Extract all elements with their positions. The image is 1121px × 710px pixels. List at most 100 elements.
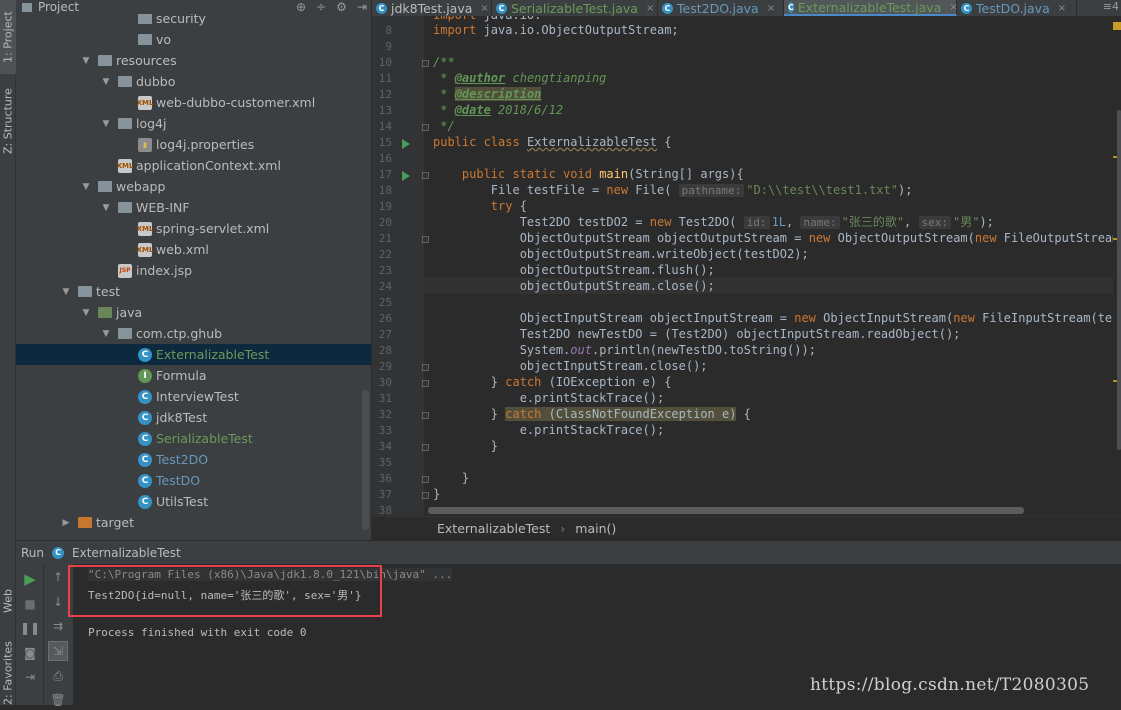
tab-structure[interactable]: Z: Structure (0, 86, 16, 156)
tree-item[interactable]: C TestDO (16, 470, 371, 491)
chevron-down-icon[interactable]: ▼ (60, 287, 72, 297)
tree-item[interactable]: XML spring-servlet.xml (16, 218, 371, 239)
code-line[interactable]: public class ExternalizableTest { (433, 134, 671, 150)
code-line[interactable]: e.printStackTrace(); (433, 390, 665, 406)
line-number[interactable]: 37 (372, 488, 392, 501)
arrow-up-icon[interactable]: ↑ (48, 567, 68, 587)
line-number[interactable]: 8 (372, 24, 392, 37)
tree-item[interactable]: JSP index.jsp (16, 260, 371, 281)
line-number[interactable]: 11 (372, 72, 392, 85)
run-class-icon[interactable] (402, 139, 410, 149)
collapse-icon[interactable]: ÷ (316, 0, 326, 14)
line-number[interactable]: 17 (372, 168, 392, 181)
exit-icon[interactable]: ⇥ (20, 667, 40, 687)
tree-item[interactable]: ▼ resources (16, 50, 371, 71)
tab-web[interactable]: Web (0, 580, 16, 622)
code-line[interactable]: } (433, 486, 440, 502)
locate-icon[interactable]: ⊕ (296, 0, 306, 14)
trash-icon[interactable]: 🗑 (48, 690, 68, 710)
line-number[interactable]: 15 (372, 136, 392, 149)
code-line[interactable]: ObjectInputStream objectInputStream = ne… (433, 310, 1121, 326)
tree-item[interactable]: ▼ dubbo (16, 71, 371, 92)
line-number[interactable]: 14 (372, 120, 392, 133)
tree-item[interactable]: C InterviewTest (16, 386, 371, 407)
editor-tab[interactable]: C TestDO.java × (957, 0, 1077, 16)
code-line[interactable]: try { (433, 198, 527, 214)
chevron-down-icon[interactable]: ▼ (80, 182, 92, 192)
code-line[interactable]: objectOutputStream.writeObject(testDO2); (433, 246, 809, 262)
code-line[interactable]: } catch (ClassNotFoundException e) { (433, 406, 751, 422)
line-number[interactable]: 19 (372, 200, 392, 213)
tree-item[interactable]: ▼ log4j (16, 113, 371, 134)
line-number[interactable]: 29 (372, 360, 392, 373)
tree-item[interactable]: XML web.xml (16, 239, 371, 260)
line-number[interactable]: 10 (372, 56, 392, 69)
code-line[interactable]: } catch (IOException e) { (433, 374, 672, 390)
tree-item[interactable]: ▼ test (16, 281, 371, 302)
close-icon[interactable]: × (480, 3, 488, 14)
editor-horizontal-scrollbar[interactable] (428, 507, 1024, 514)
project-view-icon[interactable] (22, 2, 32, 12)
tab-favorites[interactable]: 2: Favorites (0, 642, 16, 706)
tree-item[interactable]: ▼ webapp (16, 176, 371, 197)
line-number[interactable]: 31 (372, 392, 392, 405)
code-line[interactable]: System.out.println(newTestDO.toString())… (433, 342, 816, 358)
tree-item[interactable]: C SerializableTest (16, 428, 371, 449)
tree-item[interactable]: XML applicationContext.xml (16, 155, 371, 176)
gear-icon[interactable]: ⚙ (336, 0, 347, 14)
line-number[interactable]: 18 (372, 184, 392, 197)
close-icon[interactable]: × (646, 3, 654, 14)
tree-item[interactable]: vo (16, 29, 371, 50)
chevron-down-icon[interactable]: ▼ (80, 308, 92, 318)
pause-icon[interactable]: ❚❚ (20, 618, 40, 638)
code-editor[interactable]: import java.io.ObjectOutputStream; /** * … (424, 16, 1121, 516)
soft-wrap-icon[interactable]: ⇉ (48, 616, 68, 636)
line-number[interactable]: 24 (372, 280, 392, 293)
line-number[interactable]: 28 (372, 344, 392, 357)
inspection-status-icon[interactable] (1113, 22, 1121, 30)
tree-item[interactable]: ▼ WEB-INF (16, 197, 371, 218)
line-number[interactable]: 22 (372, 248, 392, 261)
breadcrumb-class[interactable]: ExternalizableTest (437, 521, 550, 536)
tab-overflow-icon[interactable]: ≡4 (1103, 0, 1119, 13)
tree-item[interactable]: I Formula (16, 365, 371, 386)
code-line[interactable]: public static void main(String[] args){ (433, 166, 744, 182)
line-number[interactable]: 34 (372, 440, 392, 453)
code-line[interactable]: File testFile = new File( pathname: "D:\\… (433, 182, 912, 198)
chevron-down-icon[interactable]: ▼ (100, 203, 112, 213)
close-icon[interactable]: × (767, 3, 775, 14)
code-line[interactable]: /** (433, 54, 455, 70)
code-line[interactable]: import java.io. (433, 16, 541, 23)
line-number[interactable]: 35 (372, 456, 392, 469)
code-line[interactable]: Test2DO testDO2 = new Test2DO( id: 1L, na… (433, 214, 994, 230)
code-line[interactable]: } (433, 438, 498, 454)
code-line[interactable]: objectOutputStream.close(); (424, 278, 1121, 294)
scroll-to-end-icon[interactable]: ⇲ (48, 641, 68, 661)
editor-tab[interactable]: C Test2DO.java × (658, 0, 784, 16)
code-line[interactable]: objectInputStream.close(); (433, 358, 708, 374)
tree-item[interactable]: Cjdk8Test (16, 407, 371, 428)
tree-item[interactable]: C Test2DO (16, 449, 371, 470)
chevron-down-icon[interactable]: ▼ (100, 77, 112, 87)
project-panel-title[interactable]: Project (38, 0, 79, 14)
code-line[interactable]: * @description (433, 86, 542, 102)
line-number[interactable]: 13 (372, 104, 392, 117)
rerun-icon[interactable]: ▶ (20, 569, 40, 589)
breadcrumb-method[interactable]: main() (575, 521, 616, 536)
line-number[interactable]: 33 (372, 424, 392, 437)
code-line[interactable]: import java.io.ObjectOutputStream; (433, 22, 679, 38)
code-line[interactable]: * @date 2018/6/12 (433, 102, 563, 118)
line-number[interactable]: 16 (372, 152, 392, 165)
tree-item[interactable]: ▼ java (16, 302, 371, 323)
tab-project[interactable]: 1: Project (0, 0, 16, 74)
line-number[interactable]: 27 (372, 328, 392, 341)
dump-threads-icon[interactable]: ◙ (20, 643, 40, 663)
line-number[interactable]: 21 (372, 232, 392, 245)
editor-tab[interactable]: C ExternalizableTest.java × (784, 0, 958, 16)
tree-item[interactable]: C ExternalizableTest (16, 344, 371, 365)
chevron-down-icon[interactable]: ▼ (100, 329, 112, 339)
code-line[interactable]: objectOutputStream.flush(); (433, 262, 715, 278)
run-method-icon[interactable] (402, 171, 410, 181)
close-icon[interactable]: × (1058, 3, 1066, 14)
editor-tab[interactable]: C SerializableTest.java × (492, 0, 658, 16)
